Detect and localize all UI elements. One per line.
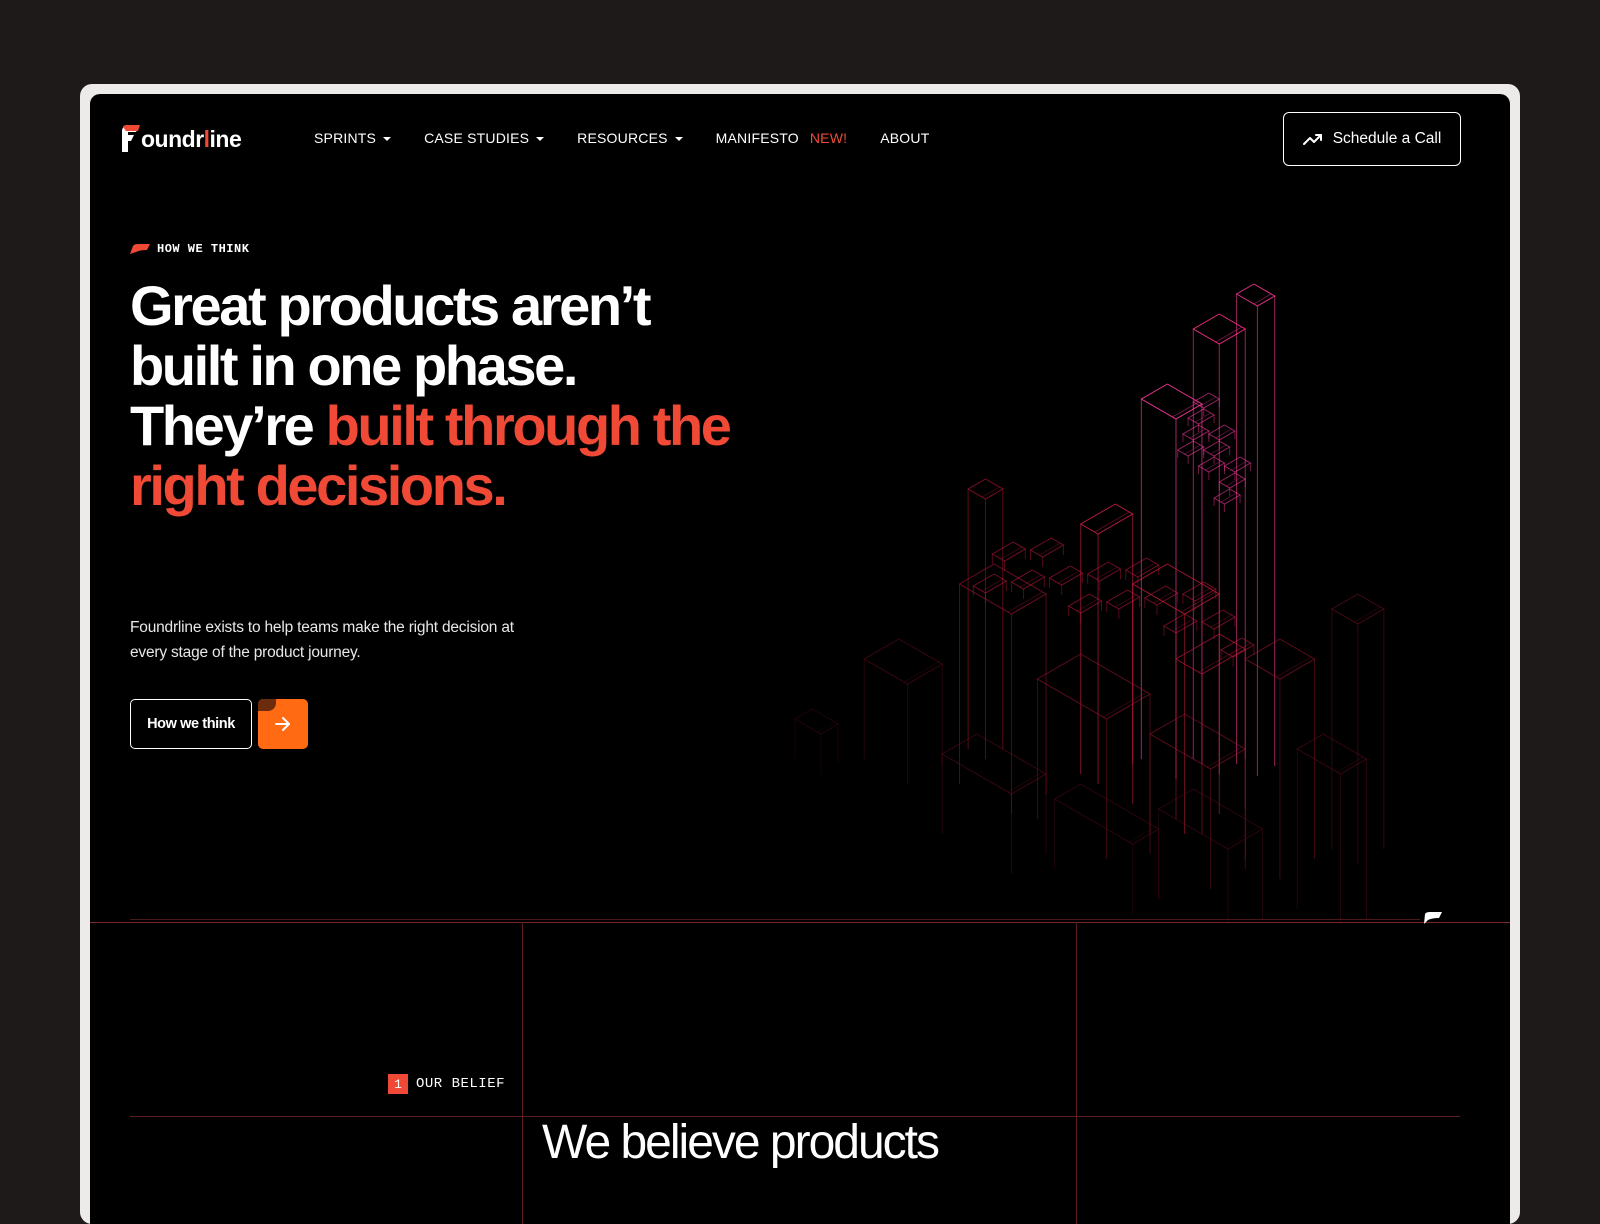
- wireframe-line: [1174, 633, 1247, 675]
- logo-wordmark: oundrline: [141, 125, 242, 152]
- grid-line: [1076, 922, 1077, 1224]
- schedule-call-label: Schedule a Call: [1332, 130, 1442, 147]
- wireframe-line: [1181, 424, 1210, 441]
- wireframe-line: [972, 573, 1008, 594]
- wireframe-line: [1094, 511, 1130, 533]
- nav-item-resources[interactable]: RESOURCES: [577, 130, 683, 146]
- wireframe-line: [1207, 424, 1236, 441]
- caret-down-icon: [674, 137, 683, 141]
- wireframe-line: [1192, 392, 1221, 409]
- wireframe-line: [1176, 440, 1205, 457]
- trending-up-icon: [1302, 134, 1322, 145]
- wireframe-line: [1354, 606, 1381, 623]
- arrow-right-icon: [275, 717, 290, 731]
- wireframe-line: [1128, 826, 1156, 843]
- nav-item-label: MANIFESTO: [715, 130, 799, 146]
- wireframe-line: [1189, 428, 1206, 439]
- wireframe-line: [1224, 826, 1260, 848]
- wireframe-line: [1202, 440, 1231, 457]
- wireframe-line: [1244, 638, 1316, 680]
- nav-item-case-studies[interactable]: CASE STUDIES: [424, 130, 545, 146]
- wireframe-line: [1215, 326, 1243, 343]
- wireframe-line: [1336, 756, 1364, 773]
- wireframe-line: [1187, 408, 1216, 425]
- hero-description: Foundrline exists to help teams make the…: [130, 619, 514, 661]
- brand-flag-icon: [130, 244, 150, 254]
- wireframe-line: [1199, 396, 1217, 407]
- new-badge: NEW!: [809, 130, 848, 146]
- wireframe-line: [1205, 460, 1222, 471]
- brand-logo[interactable]: oundrline: [120, 122, 242, 156]
- belief-headline: We believe products: [542, 1116, 940, 1169]
- wireframe-line: [1007, 591, 1043, 613]
- section-divider: [90, 922, 1510, 923]
- brand-flag-icon: [1424, 912, 1442, 924]
- wireframe-line: [1200, 609, 1236, 630]
- wireframe-line: [1029, 537, 1065, 558]
- wireframe-line: [1220, 637, 1255, 658]
- nav-item-label: SPRINTS: [314, 130, 377, 146]
- isometric-city-illustration: [793, 283, 1385, 924]
- wireframe-line: [1067, 593, 1103, 614]
- nav-item-label: ABOUT: [880, 130, 930, 146]
- wireframe-line: [1149, 713, 1247, 770]
- caret-down-icon: [383, 137, 392, 141]
- belief-label-text: OUR BELIEF: [416, 1076, 506, 1092]
- section-divider-inner: [130, 919, 1420, 920]
- arrow-button[interactable]: [258, 699, 308, 749]
- nav-item-about[interactable]: ABOUT: [880, 130, 929, 146]
- wireframe-line: [1181, 581, 1217, 602]
- logo-mark-icon: [120, 125, 140, 153]
- section-number-badge: 1: [388, 1074, 408, 1094]
- wireframe-line: [1102, 691, 1147, 718]
- wireframe-line: [1079, 503, 1134, 535]
- caret-down-icon: [536, 137, 545, 141]
- wireframe-line: [1010, 569, 1046, 590]
- wireframe-line: [1048, 565, 1084, 586]
- wireframe-line: [1210, 444, 1227, 455]
- wireframe-line: [793, 708, 840, 735]
- how-we-think-button[interactable]: How we think: [130, 699, 252, 749]
- wireframe-line: [1223, 456, 1252, 473]
- wireframe-line: [1194, 412, 1211, 423]
- eyebrow-label: HOW WE THINK: [157, 242, 250, 256]
- wireframe-line: [991, 541, 1027, 562]
- wireframe-line: [863, 638, 944, 685]
- wireframe-line: [941, 733, 1048, 795]
- wireframe-line: [903, 661, 939, 683]
- hero-eyebrow: HOW WE THINK: [130, 242, 249, 256]
- nav-item-label: RESOURCES: [577, 130, 668, 146]
- wireframe-line: [1162, 613, 1198, 634]
- wireframe-line: [967, 478, 1004, 500]
- wireframe-line: [1218, 472, 1247, 489]
- wireframe-line: [1225, 476, 1243, 487]
- nav-item-sprints[interactable]: SPRINTS: [314, 130, 392, 146]
- nav-item-manifesto[interactable]: MANIFESTO NEW!: [716, 130, 848, 146]
- wireframe-line: [1276, 656, 1312, 678]
- wireframe-line: [1220, 492, 1237, 503]
- hero-headline: Great products aren’t built in one phase…: [130, 276, 750, 516]
- wireframe-line: [1215, 428, 1232, 439]
- wireframe-line: [1124, 557, 1160, 578]
- wireframe-line: [1184, 444, 1201, 455]
- page-screen: oundrline SPRINTS CASE STUDIES RESOURCES…: [90, 94, 1510, 1224]
- grid-line: [522, 922, 523, 1224]
- main-nav: SPRINTS CASE STUDIES RESOURCES MANIFESTO…: [314, 130, 929, 146]
- nav-item-label: CASE STUDIES: [424, 130, 530, 146]
- belief-label: 1 OUR BELIEF: [388, 1074, 505, 1094]
- wireframe-line: [1198, 646, 1243, 673]
- wireframe-line: [1086, 561, 1122, 582]
- schedule-call-button[interactable]: Schedule a Call: [1283, 112, 1461, 166]
- wireframe-line: [1231, 460, 1248, 471]
- wireframe-line: [1143, 585, 1179, 606]
- wireframe-line: [1105, 589, 1141, 610]
